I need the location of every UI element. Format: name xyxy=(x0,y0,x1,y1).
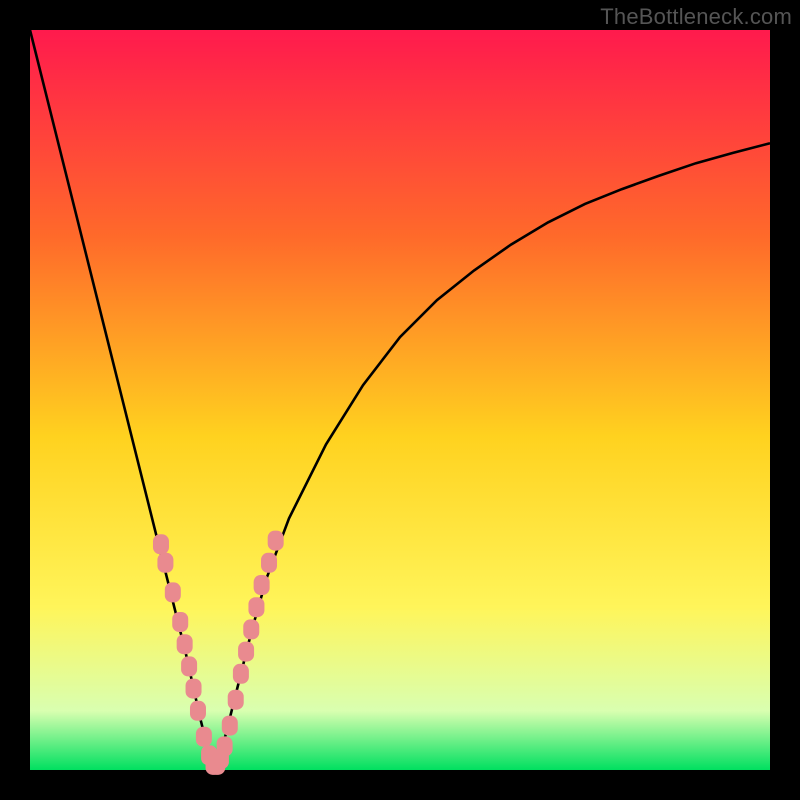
data-marker xyxy=(153,534,169,554)
data-marker xyxy=(238,642,254,662)
data-marker xyxy=(222,716,238,736)
data-marker xyxy=(186,679,202,699)
data-marker xyxy=(243,619,259,639)
chart-frame: TheBottleneck.com xyxy=(0,0,800,800)
chart-canvas xyxy=(0,0,800,800)
plot-background xyxy=(30,30,770,770)
data-marker xyxy=(261,553,277,573)
data-marker xyxy=(248,597,264,617)
data-marker xyxy=(233,664,249,684)
data-marker xyxy=(254,575,270,595)
data-marker xyxy=(268,531,284,551)
data-marker xyxy=(228,690,244,710)
data-marker xyxy=(217,736,233,756)
data-marker xyxy=(172,612,188,632)
data-marker xyxy=(157,553,173,573)
data-marker xyxy=(165,582,181,602)
data-marker xyxy=(181,656,197,676)
data-marker xyxy=(190,701,206,721)
data-marker xyxy=(177,634,193,654)
data-marker xyxy=(196,727,212,747)
